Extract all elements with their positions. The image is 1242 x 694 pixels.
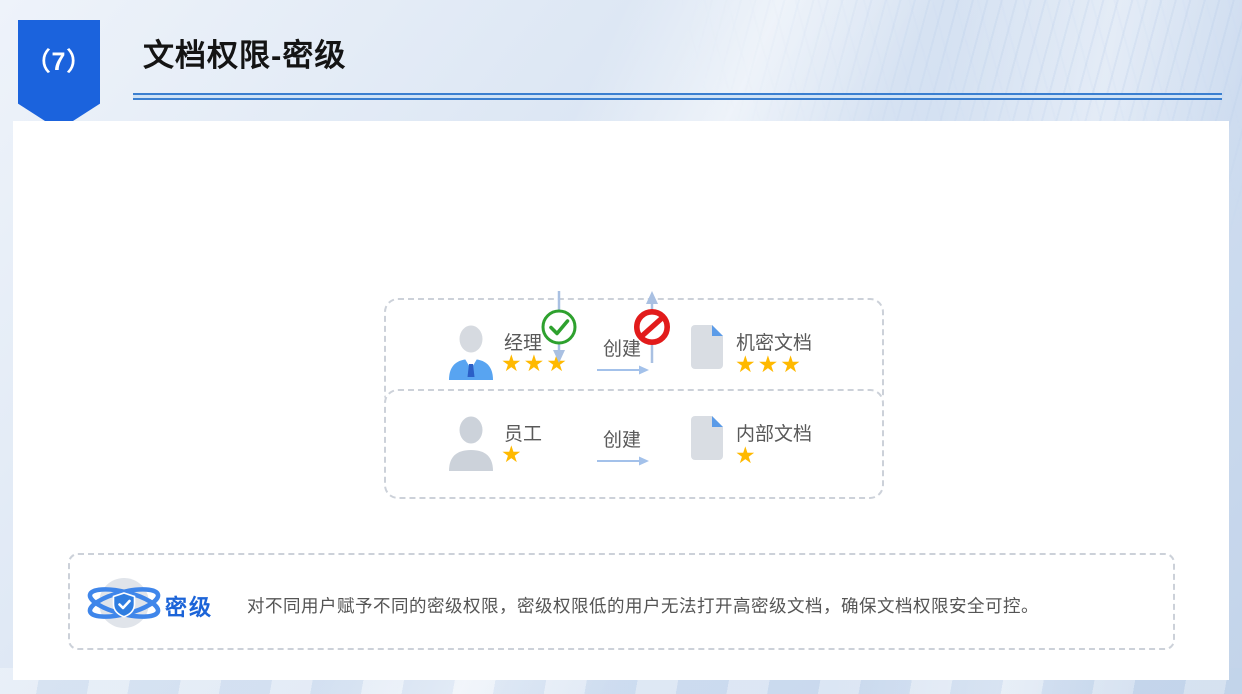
globe-shield-icon	[86, 572, 162, 636]
slide: （7） 文档权限-密级 经理 ★★★ 创建	[0, 0, 1242, 694]
slide-number-badge: （7）	[18, 20, 100, 130]
definition-box: 密级 对不同用户赋予不同的密级权限，密级权限低的用户无法打开高密级文档，确保文档…	[68, 553, 1175, 650]
employee-flow-box: 员工 ★ 创建 内部文档 ★	[384, 389, 884, 499]
employee-avatar-icon	[446, 415, 496, 471]
create-arrow-icon	[596, 455, 650, 467]
definition-term: 密级	[165, 590, 213, 622]
check-circle-icon	[540, 308, 578, 346]
document-icon	[689, 323, 725, 371]
title-underline	[133, 93, 1222, 100]
action-label: 创建	[603, 430, 641, 451]
document-icon	[689, 414, 725, 462]
document-security-stars: ★	[735, 442, 758, 469]
manager-avatar-icon	[446, 324, 496, 380]
actor-security-stars: ★	[501, 441, 524, 468]
document-security-stars: ★★★	[735, 351, 803, 378]
content-panel: 经理 ★★★ 创建 机密文档 ★★★	[13, 121, 1229, 680]
slide-number: （7）	[26, 42, 93, 78]
prohibition-icon	[633, 308, 671, 346]
page-title: 文档权限-密级	[143, 30, 346, 75]
create-arrow-icon	[596, 364, 650, 376]
definition-description: 对不同用户赋予不同的密级权限，密级权限低的用户无法打开高密级文档，确保文档权限安…	[247, 593, 1039, 618]
